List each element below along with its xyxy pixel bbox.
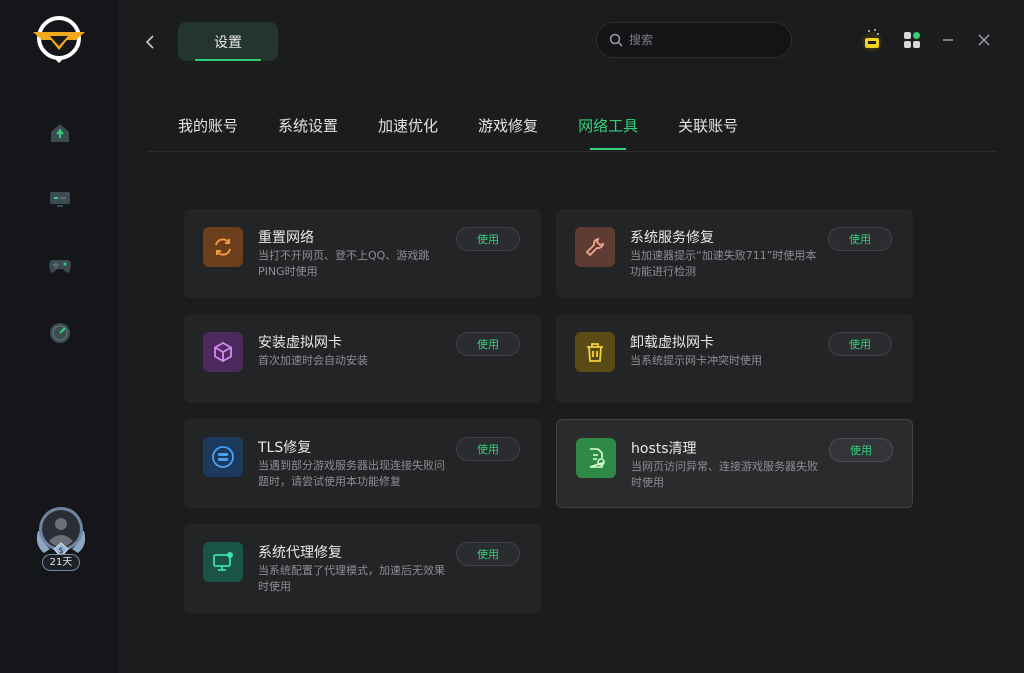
title-underline bbox=[195, 59, 261, 61]
network-icon bbox=[203, 437, 243, 477]
box-icon bbox=[203, 332, 243, 372]
tool-title: 系统代理修复 bbox=[258, 545, 342, 561]
tool-title: 安装虚拟网卡 bbox=[258, 335, 342, 351]
page-title: 设置 bbox=[178, 22, 278, 61]
minimize-icon[interactable] bbox=[936, 28, 960, 52]
use-button[interactable]: 使用 bbox=[828, 332, 892, 356]
app-logo bbox=[30, 14, 88, 64]
apps-grid-icon[interactable] bbox=[900, 28, 924, 52]
chevron-left-icon bbox=[145, 35, 154, 49]
tool-card-tls-repair[interactable]: TLS修复 当遇到部分游戏服务器出现连接失败问题时，请尝试使用本功能修复 使用 bbox=[184, 419, 541, 508]
tool-card-hosts-clean[interactable]: hosts清理 当网页访问异常、连接游戏服务器失败时使用 使用 bbox=[556, 419, 913, 508]
tab-acceleration[interactable]: 加速优化 bbox=[378, 112, 438, 150]
use-button[interactable]: 使用 bbox=[829, 438, 893, 462]
tool-card-reset-network[interactable]: 重置网络 当打不开网页、登不上QQ、游戏跳PING时使用 使用 bbox=[184, 209, 541, 298]
tool-title: 重置网络 bbox=[258, 230, 314, 246]
use-button[interactable]: 使用 bbox=[456, 542, 520, 566]
tool-description: 当加速器提示“加速失败711”时使用本功能进行检测 bbox=[630, 249, 817, 278]
wrench-icon bbox=[575, 227, 615, 267]
document-clean-icon bbox=[576, 438, 616, 478]
tab-linked-accounts[interactable]: 关联账号 bbox=[678, 112, 738, 150]
tool-description: 当系统提示网卡冲突时使用 bbox=[630, 354, 762, 367]
use-button[interactable]: 使用 bbox=[828, 227, 892, 251]
gamepad-icon[interactable] bbox=[45, 251, 75, 281]
tool-title: hosts清理 bbox=[631, 441, 697, 457]
avatar[interactable]: $ 21天 bbox=[34, 505, 88, 573]
search-icon bbox=[609, 33, 623, 47]
membership-days-badge: 21天 bbox=[42, 554, 80, 571]
tool-description: 当打不开网页、登不上QQ、游戏跳PING时使用 bbox=[258, 249, 430, 278]
tabs-divider bbox=[148, 151, 996, 152]
use-button[interactable]: 使用 bbox=[456, 332, 520, 356]
back-button[interactable] bbox=[140, 32, 160, 52]
settings-tabs: 我的账号 系统设置 加速优化 游戏修复 网络工具 关联账号 bbox=[178, 112, 778, 152]
search-box[interactable] bbox=[596, 22, 792, 58]
search-input[interactable] bbox=[629, 33, 779, 47]
home-icon[interactable] bbox=[45, 118, 75, 148]
tool-title: 卸载虚拟网卡 bbox=[630, 335, 714, 351]
tool-title: TLS修复 bbox=[258, 440, 312, 456]
tool-card-uninstall-virtual-nic[interactable]: 卸载虚拟网卡 当系统提示网卡冲突时使用 使用 bbox=[556, 314, 913, 403]
tool-card-system-proxy-repair[interactable]: 系统代理修复 当系统配置了代理模式，加速后无效果时使用 使用 bbox=[184, 524, 541, 613]
close-icon[interactable] bbox=[972, 28, 996, 52]
use-button[interactable]: 使用 bbox=[456, 437, 520, 461]
page-title-label: 设置 bbox=[214, 34, 242, 51]
tool-card-install-virtual-nic[interactable]: 安装虚拟网卡 首次加速时会自动安装 使用 bbox=[184, 314, 541, 403]
refresh-icon bbox=[203, 227, 243, 267]
monitor-icon bbox=[203, 542, 243, 582]
tool-title: 系统服务修复 bbox=[630, 230, 714, 246]
tool-description: 首次加速时会自动安装 bbox=[258, 354, 368, 367]
gift-box-icon[interactable] bbox=[860, 28, 884, 52]
sidebar: $ 21天 bbox=[0, 0, 119, 673]
use-button[interactable]: 使用 bbox=[456, 227, 520, 251]
tab-my-account[interactable]: 我的账号 bbox=[178, 112, 238, 150]
speedometer-icon[interactable] bbox=[45, 318, 75, 348]
server-icon[interactable] bbox=[45, 184, 75, 214]
tab-network-tools[interactable]: 网络工具 bbox=[578, 112, 638, 150]
tool-description: 当遇到部分游戏服务器出现连接失败问题时，请尝试使用本功能修复 bbox=[258, 459, 445, 488]
tool-description: 当系统配置了代理模式，加速后无效果时使用 bbox=[258, 564, 445, 593]
trash-icon bbox=[575, 332, 615, 372]
tool-card-system-service-repair[interactable]: 系统服务修复 当加速器提示“加速失败711”时使用本功能进行检测 使用 bbox=[556, 209, 913, 298]
tab-game-repair[interactable]: 游戏修复 bbox=[478, 112, 538, 150]
tool-description: 当网页访问异常、连接游戏服务器失败时使用 bbox=[631, 460, 818, 489]
tab-system-settings[interactable]: 系统设置 bbox=[278, 112, 338, 150]
